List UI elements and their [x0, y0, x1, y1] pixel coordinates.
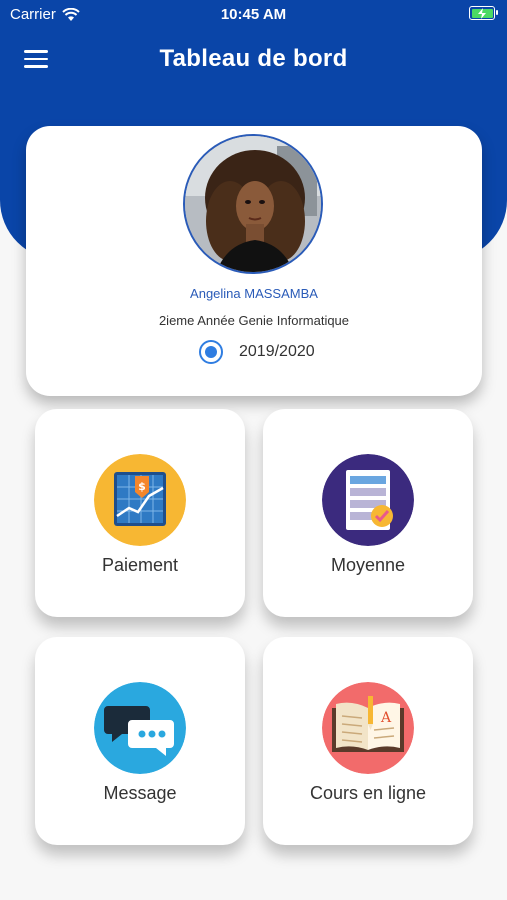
battery-charging-icon — [469, 6, 498, 20]
chat-bubbles-icon — [94, 682, 186, 774]
profile-card: Angelina MASSAMBA 2ieme Année Genie Info… — [26, 126, 482, 396]
academic-year-label: 2019/2020 — [239, 343, 315, 360]
academic-year-selector[interactable]: 2019/2020 — [199, 340, 315, 364]
radio-selected-icon[interactable] — [199, 340, 223, 364]
status-time: 10:45 AM — [220, 6, 287, 23]
tile-label: Paiement — [101, 555, 179, 575]
student-name: Angelina MASSAMBA — [190, 286, 318, 301]
status-bar: Carrier 10:45 AM — [0, 0, 507, 28]
tile-label: Cours en ligne — [309, 783, 427, 803]
tile-cours-en-ligne[interactable]: A Cours en ligne — [263, 637, 473, 845]
open-book-icon: A — [322, 682, 414, 774]
student-class: 2ieme Année Genie Informatique — [158, 313, 350, 328]
svg-text:A: A — [380, 710, 392, 726]
svg-text:$: $ — [138, 480, 146, 493]
tile-moyenne[interactable]: Moyenne — [263, 409, 473, 617]
payment-chart-icon: $ — [94, 454, 186, 546]
page-title: Tableau de bord — [159, 45, 348, 72]
avatar[interactable] — [183, 134, 323, 274]
tile-message[interactable]: Message — [35, 637, 245, 845]
tile-label: Moyenne — [330, 555, 406, 575]
tile-label: Message — [103, 783, 177, 803]
grades-checklist-icon — [322, 454, 414, 546]
tile-paiement[interactable]: $ Paiement — [35, 409, 245, 617]
